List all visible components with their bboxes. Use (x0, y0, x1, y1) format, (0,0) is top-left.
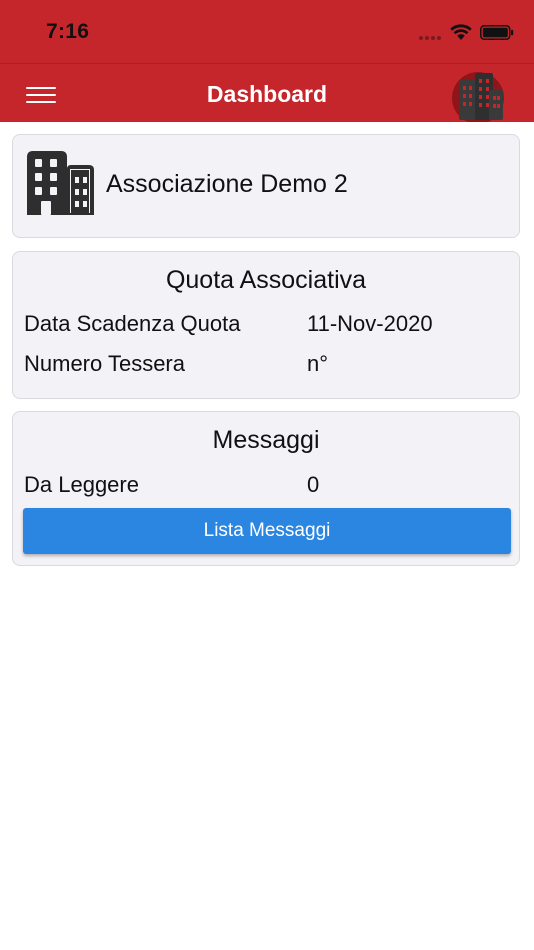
unread-count: 0 (307, 472, 320, 497)
cellular-signal-icon (419, 36, 445, 40)
unread-label: Da Leggere (24, 472, 139, 497)
navigation-bar: Dashboard (0, 64, 534, 122)
card-number-value: n° (307, 351, 329, 376)
association-card: Associazione Demo 2 (12, 134, 520, 238)
buildings-icon (27, 151, 94, 215)
expiry-date-label: Data Scadenza Quota (24, 311, 241, 336)
expiry-date-value: 11-Nov-2020 (307, 311, 433, 336)
buildings-logo-icon[interactable] (449, 68, 507, 122)
message-list-button[interactable]: Lista Messaggi (23, 508, 511, 554)
card-number-label: Numero Tessera (24, 351, 185, 376)
status-bar: 7:16 (0, 0, 534, 64)
quota-card-title: Quota Associativa (165, 266, 367, 294)
messages-card: Messaggi Da Leggere 0 Lista Messaggi (12, 411, 520, 566)
battery-icon (480, 25, 514, 40)
messages-card-title: Messaggi (212, 426, 320, 454)
status-time: 7:16 (46, 20, 90, 43)
association-name: Associazione Demo 2 (106, 170, 348, 198)
wifi-icon (450, 24, 472, 40)
quota-card: Quota Associativa Data Scadenza Quota 11… (12, 251, 520, 399)
